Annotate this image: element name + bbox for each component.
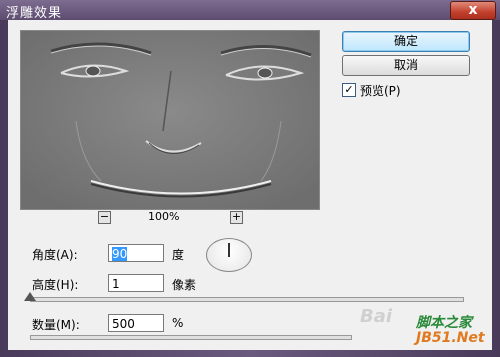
- baidu-watermark: Bai: [360, 306, 393, 327]
- angle-unit: 度: [172, 248, 185, 262]
- angle-value: 90: [112, 247, 128, 261]
- amount-slider[interactable]: [30, 335, 352, 340]
- amount-unit: %: [172, 316, 184, 330]
- height-label: 高度(H):: [32, 278, 79, 292]
- angle-dial[interactable]: [206, 238, 252, 272]
- amount-label: 数量(M):: [32, 318, 80, 332]
- dialog-window: 浮雕效果 x − 100% + 确定 取消 ✓ 预览(P) 角度(A): 90 …: [0, 0, 500, 357]
- angle-label: 角度(A):: [32, 248, 78, 262]
- zoom-in-button[interactable]: +: [230, 211, 243, 224]
- zoom-out-button[interactable]: −: [98, 211, 111, 224]
- amount-input[interactable]: 500: [108, 314, 164, 332]
- preview-image[interactable]: [20, 30, 320, 210]
- embossed-face-image: [21, 31, 319, 209]
- preview-checkbox-label: 预览(P): [360, 84, 401, 98]
- angle-dial-needle: [228, 243, 230, 257]
- height-slider-thumb[interactable]: [24, 292, 36, 301]
- close-button[interactable]: x: [450, 1, 496, 20]
- dialog-body: − 100% + 确定 取消 ✓ 预览(P) 角度(A): 90 度 高度(H)…: [8, 20, 492, 350]
- site-watermark-cn: 脚本之家: [416, 315, 472, 331]
- zoom-level: 100%: [148, 210, 180, 223]
- height-slider[interactable]: [30, 297, 464, 302]
- angle-input[interactable]: 90: [108, 244, 164, 262]
- site-watermark-url: JB51.Net: [416, 330, 485, 346]
- height-unit: 像素: [172, 278, 197, 292]
- height-input[interactable]: 1: [108, 274, 164, 292]
- preview-checkbox[interactable]: ✓: [342, 83, 356, 97]
- dialog-title: 浮雕效果: [6, 6, 63, 21]
- ok-button[interactable]: 确定: [342, 31, 470, 52]
- title-bar[interactable]: 浮雕效果 x: [0, 0, 500, 21]
- cancel-button[interactable]: 取消: [342, 55, 470, 76]
